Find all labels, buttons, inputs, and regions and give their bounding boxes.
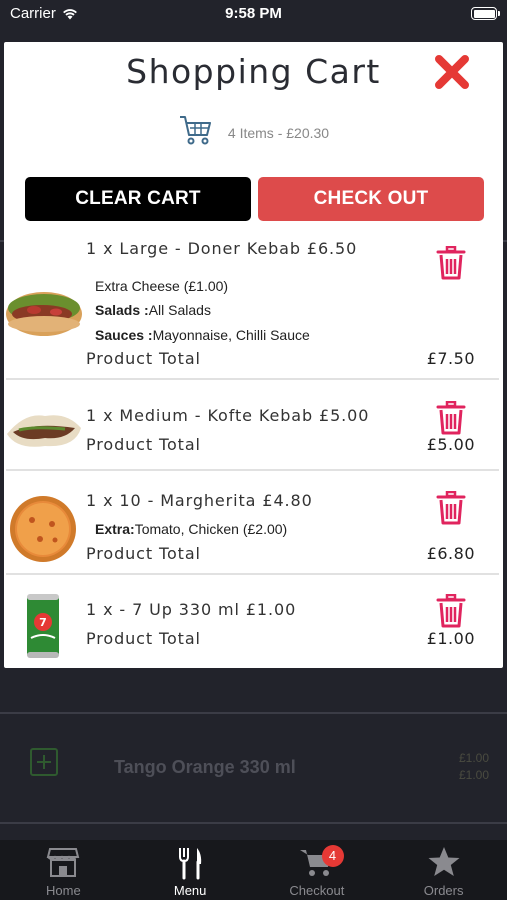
remove-item-button[interactable]	[436, 245, 466, 280]
background-price-1: £1.00	[458, 751, 489, 765]
7up-can-image: 7	[27, 594, 59, 658]
item-title: 1 x Large - Doner Kebab £6.50	[86, 239, 358, 258]
remove-item-button[interactable]	[436, 490, 466, 525]
checkout-count-badge: 4	[321, 845, 344, 867]
cart-summary: 4 Items - £20.30	[4, 110, 503, 150]
doner-kebab-image	[6, 292, 82, 336]
item-option: Extra:Tomato, Chicken (£2.00)	[95, 521, 287, 537]
close-button[interactable]	[432, 50, 474, 92]
product-total-value: £6.80	[426, 544, 475, 563]
tab-label: Orders	[423, 883, 464, 898]
checkout-button[interactable]: CHECK OUT	[258, 177, 484, 221]
option-value: Tomato, Chicken (£2.00)	[134, 521, 288, 537]
option-value: All Salads	[148, 302, 211, 318]
add-item-icon	[30, 748, 58, 776]
tab-checkout[interactable]: 4 Checkout	[254, 840, 381, 900]
product-total-value: £1.00	[426, 629, 475, 648]
store-icon	[47, 848, 80, 877]
fork-knife-icon	[179, 848, 202, 880]
cart-item: 1 x Medium - Kofte Kebab £5.00 Product T…	[4, 380, 503, 471]
background-menu-item: Tango Orange 330 ml £1.00 £1.00	[0, 712, 507, 824]
trash-icon	[436, 490, 466, 525]
cart-summary-text: 4 Items - £20.30	[227, 125, 330, 141]
option-label: Salads :	[95, 302, 149, 318]
clear-cart-button[interactable]: CLEAR CART	[25, 177, 251, 221]
margherita-pizza-image	[10, 496, 76, 562]
product-total-value: £7.50	[426, 349, 475, 368]
item-title: 1 x 10 - Margherita £4.80	[86, 491, 313, 510]
shopping-cart-modal: Shopping Cart 4 Items - £20.30 CLEAR CAR…	[4, 42, 503, 668]
tab-bar: Home Menu 4 Checkout Orders	[0, 840, 507, 900]
option-value: Mayonnaise, Chilli Sauce	[152, 327, 310, 343]
battery-icon	[471, 7, 500, 20]
kofte-kebab-image	[7, 415, 81, 447]
tab-home[interactable]: Home	[0, 840, 127, 900]
tab-orders[interactable]: Orders	[380, 840, 507, 900]
modal-title: Shopping Cart	[126, 52, 381, 91]
item-title: 1 x - 7 Up 330 ml £1.00	[86, 600, 297, 619]
remove-item-button[interactable]	[436, 400, 466, 435]
product-total-label: Product Total	[86, 629, 201, 648]
star-icon	[428, 847, 460, 876]
background-price-2: £1.00	[458, 768, 489, 782]
trash-icon	[436, 245, 466, 280]
background-item-name: Tango Orange 330 ml	[114, 757, 296, 777]
close-icon	[435, 55, 469, 89]
cart-item: 1 x 10 - Margherita £4.80 Extra:Tomato, …	[4, 471, 503, 575]
item-option: Extra Cheese (£1.00)	[95, 278, 228, 294]
clock: 9:58 PM	[225, 5, 282, 22]
product-total-value: £5.00	[426, 435, 475, 454]
item-option: Salads :All Salads	[95, 302, 211, 318]
cart-icon	[179, 116, 211, 145]
trash-icon	[436, 593, 466, 628]
item-option: Sauces :Mayonnaise, Chilli Sauce	[95, 327, 310, 343]
cart-item: 7 1 x - 7 Up 330 ml £1.00 Product Total …	[4, 575, 503, 668]
status-bar: Carrier 9:58 PM	[0, 0, 507, 28]
tab-label: Menu	[173, 883, 207, 898]
cart-item: 1 x Large - Doner Kebab £6.50 Extra Chee…	[4, 232, 503, 380]
product-total-label: Product Total	[86, 349, 201, 368]
option-value: Extra Cheese (£1.00)	[95, 278, 229, 294]
product-total-label: Product Total	[86, 544, 201, 563]
svg-text:7: 7	[39, 616, 47, 629]
item-title: 1 x Medium - Kofte Kebab £5.00	[86, 406, 370, 425]
tab-label: Home	[46, 883, 81, 898]
background-item-price: £1.00 £1.00	[459, 750, 489, 784]
option-label: Sauces :	[95, 327, 153, 343]
remove-item-button[interactable]	[436, 593, 466, 628]
tab-menu[interactable]: Menu	[127, 840, 254, 900]
trash-icon	[436, 400, 466, 435]
option-label: Extra:	[95, 521, 135, 537]
tab-label: Checkout	[289, 883, 345, 898]
product-total-label: Product Total	[86, 435, 201, 454]
